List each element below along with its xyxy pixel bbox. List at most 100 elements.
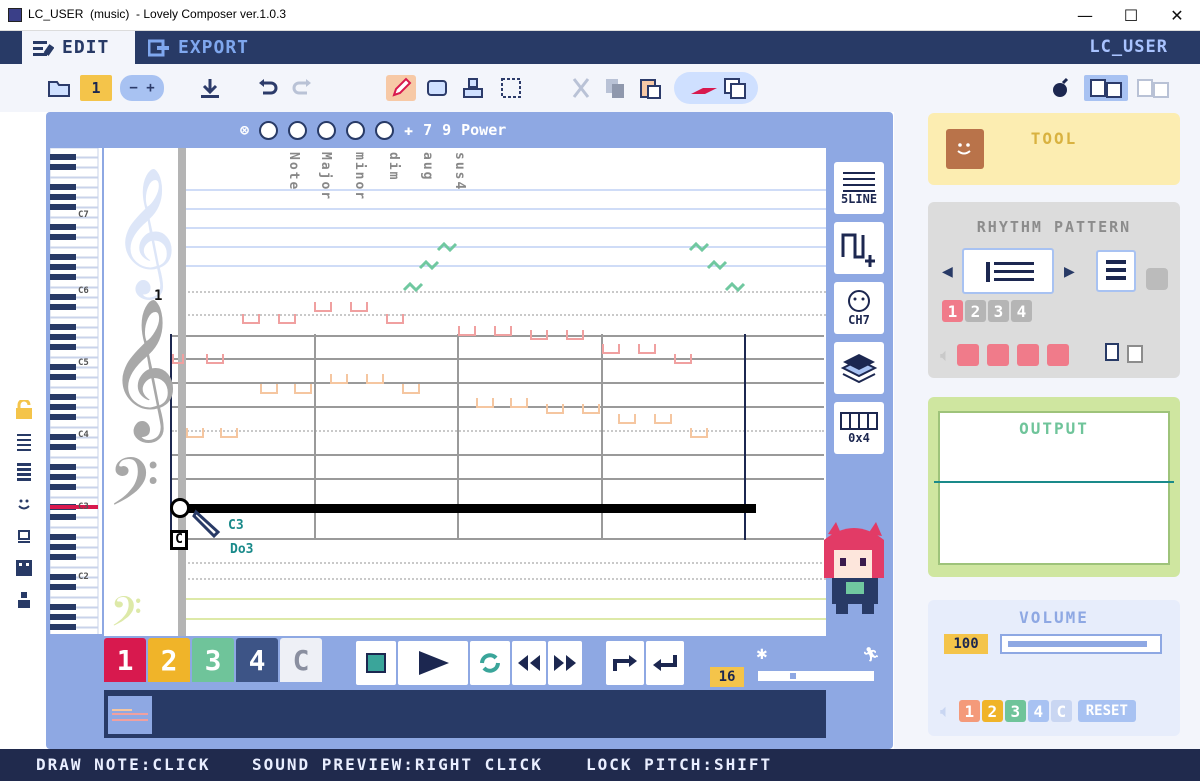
volume-track-4[interactable]: 4 bbox=[1027, 700, 1049, 722]
rhythm-slot-1[interactable]: 1 bbox=[942, 300, 963, 322]
view-mode-b-icon[interactable] bbox=[1134, 75, 1172, 101]
rhythm-list-button[interactable] bbox=[1096, 250, 1136, 292]
tab-chord7[interactable]: CH7 bbox=[834, 282, 884, 334]
rhythm-sound-2-icon[interactable] bbox=[986, 344, 1009, 366]
lock-icon[interactable] bbox=[14, 398, 34, 420]
chord-sus4-icon[interactable] bbox=[375, 120, 395, 140]
rhythm-prev-icon[interactable]: ◀ bbox=[942, 264, 953, 280]
note[interactable] bbox=[278, 314, 296, 324]
view-mode-a-icon[interactable] bbox=[1084, 75, 1128, 101]
note[interactable] bbox=[582, 404, 600, 414]
rhythm-pattern-display[interactable] bbox=[962, 248, 1054, 294]
track-4-button[interactable]: 4 bbox=[236, 638, 278, 682]
reset-button[interactable]: RESET bbox=[1077, 700, 1136, 722]
rhythm-clear-icon[interactable] bbox=[1146, 268, 1168, 290]
rhythm-slot-4[interactable]: 4 bbox=[1011, 300, 1032, 322]
timeline-strip[interactable] bbox=[104, 690, 826, 738]
chord-minor-icon[interactable] bbox=[288, 120, 308, 140]
note[interactable] bbox=[602, 344, 620, 354]
list-bold-icon[interactable] bbox=[14, 462, 34, 482]
timeline-page-thumb[interactable] bbox=[108, 696, 152, 734]
page-stepper[interactable]: − + bbox=[120, 75, 164, 101]
note[interactable] bbox=[674, 354, 692, 364]
stop-button[interactable] bbox=[356, 641, 396, 685]
undo-pattern-button[interactable] bbox=[646, 641, 684, 685]
note[interactable] bbox=[366, 374, 384, 384]
note[interactable] bbox=[386, 314, 404, 324]
note[interactable] bbox=[530, 330, 548, 340]
rhythm-sound-3-icon[interactable] bbox=[1016, 344, 1039, 366]
staff-editor[interactable]: 𝄞 𝄞 𝄢 𝄢 Note Major minor dim aug sus4 1 bbox=[104, 148, 826, 636]
note[interactable] bbox=[314, 302, 332, 312]
close-button[interactable]: ✕ bbox=[1154, 0, 1200, 31]
chord-add-icon[interactable]: ✚ bbox=[404, 121, 413, 139]
rhythm-copy-icon[interactable] bbox=[1104, 342, 1154, 370]
tempo-slider-thumb[interactable] bbox=[790, 673, 796, 679]
maximize-button[interactable]: ☐ bbox=[1108, 0, 1154, 31]
note[interactable] bbox=[220, 428, 238, 438]
track-2-button[interactable]: 2 bbox=[148, 638, 190, 682]
note[interactable] bbox=[242, 314, 260, 324]
note[interactable] bbox=[330, 374, 348, 384]
volume-track-2[interactable]: 2 bbox=[981, 700, 1003, 722]
chord-clear-icon[interactable]: ⊗ bbox=[240, 121, 249, 139]
speaker-icon[interactable]: 🔈︎ bbox=[940, 701, 951, 722]
track-c-button[interactable]: C bbox=[280, 638, 322, 682]
volume-track-1[interactable]: 1 bbox=[958, 700, 980, 722]
page-number[interactable]: 1 bbox=[80, 75, 112, 101]
user-name[interactable]: LC_USER bbox=[1089, 37, 1168, 57]
marquee-select-icon[interactable] bbox=[498, 75, 524, 101]
chord-dim-icon[interactable] bbox=[317, 120, 337, 140]
eraser-mode-toggle[interactable] bbox=[674, 72, 758, 104]
rhythm-slot-3[interactable]: 3 bbox=[988, 300, 1009, 322]
rhythm-sound-1-icon[interactable] bbox=[956, 344, 979, 366]
chord-major-icon[interactable] bbox=[259, 120, 279, 140]
stamp-icon[interactable] bbox=[460, 75, 486, 101]
tab-edit[interactable]: EDIT bbox=[22, 31, 135, 64]
cut-icon[interactable] bbox=[568, 75, 594, 101]
note[interactable] bbox=[186, 428, 204, 438]
note[interactable] bbox=[618, 414, 636, 424]
select-box-icon[interactable] bbox=[424, 75, 450, 101]
track-3-button[interactable]: 3 bbox=[192, 638, 234, 682]
face-icon[interactable] bbox=[14, 494, 34, 514]
grid-face-icon[interactable] bbox=[14, 558, 34, 578]
track-1-button[interactable]: 1 bbox=[104, 638, 146, 682]
note[interactable] bbox=[494, 326, 512, 336]
loop-button[interactable] bbox=[470, 641, 510, 685]
chord-aug-icon[interactable] bbox=[346, 120, 366, 140]
note[interactable] bbox=[546, 404, 564, 414]
note[interactable] bbox=[690, 428, 708, 438]
list-icon[interactable] bbox=[14, 432, 34, 452]
note[interactable] bbox=[458, 326, 476, 336]
chord-7-button[interactable]: 7 bbox=[423, 121, 432, 139]
volume-track-c[interactable]: C bbox=[1050, 700, 1072, 722]
forward-button[interactable] bbox=[548, 641, 582, 685]
rewind-button[interactable] bbox=[512, 641, 546, 685]
person-icon[interactable] bbox=[14, 590, 34, 610]
chord-9-button[interactable]: 9 bbox=[442, 121, 451, 139]
pencil-tool-icon[interactable] bbox=[386, 75, 416, 101]
tab-5line[interactable]: 5LINE bbox=[834, 162, 884, 214]
redo-pattern-button[interactable] bbox=[606, 641, 644, 685]
sleep-face-icon[interactable] bbox=[14, 526, 34, 546]
note[interactable] bbox=[350, 302, 368, 312]
rhythm-next-icon[interactable]: ▶ bbox=[1064, 264, 1075, 280]
copy-icon[interactable] bbox=[602, 75, 628, 101]
minimize-button[interactable]: — bbox=[1062, 0, 1108, 31]
note[interactable] bbox=[566, 330, 584, 340]
undo-icon[interactable] bbox=[256, 75, 280, 101]
volume-slider[interactable] bbox=[1000, 634, 1162, 654]
rhythm-slot-2[interactable]: 2 bbox=[965, 300, 986, 322]
paste-icon[interactable] bbox=[636, 75, 664, 101]
note[interactable] bbox=[402, 384, 420, 394]
tab-grid[interactable]: 0x4 bbox=[834, 402, 884, 454]
folder-icon[interactable] bbox=[46, 75, 72, 101]
note[interactable] bbox=[654, 414, 672, 424]
tab-waveform[interactable] bbox=[834, 222, 884, 274]
download-icon[interactable] bbox=[198, 75, 222, 101]
chord-power-button[interactable]: Power bbox=[461, 121, 506, 139]
note[interactable] bbox=[206, 354, 224, 364]
tab-export[interactable]: EXPORT bbox=[148, 31, 249, 64]
tab-layers[interactable] bbox=[834, 342, 884, 394]
